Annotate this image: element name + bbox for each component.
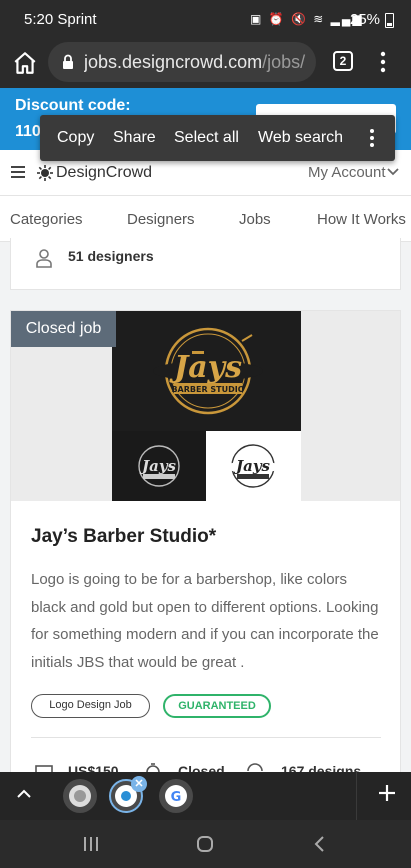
person-icon (36, 249, 52, 268)
nav-categories[interactable]: Categories (10, 211, 83, 228)
designcrowd-logo-icon[interactable] (37, 165, 53, 181)
tag-logo-design-job[interactable]: Logo Design Job (31, 694, 150, 718)
svg-text:Jays: Jays (233, 457, 271, 475)
status-icons: ▣ ⏰ 🔇 ≋ ▂▄▆ (250, 12, 364, 26)
menu-copy[interactable]: Copy (57, 129, 94, 147)
money-icon (35, 765, 53, 772)
svg-text:Jays: Jays (169, 350, 242, 385)
job-images[interactable]: Jays BARBER STUDIO Jays Jays Closed job (11, 311, 400, 501)
web-page: Discount code: 110 Copy Share Select all… (0, 88, 411, 772)
my-account-link[interactable]: My Account (308, 164, 386, 181)
google-icon: G (165, 785, 187, 807)
svg-text:G: G (171, 790, 182, 805)
divider (31, 737, 381, 738)
site-logo-text[interactable]: DesignCrowd (56, 164, 152, 182)
nav-designers[interactable]: Designers (127, 211, 195, 228)
job-description: Logo is going to be for a barbershop, li… (31, 571, 379, 671)
job-status: Closed (178, 763, 225, 772)
job-card[interactable]: Jays BARBER STUDIO Jays Jays Closed job … (10, 310, 401, 772)
designs-icon (247, 763, 263, 772)
logo-preview-main[interactable]: Jays BARBER STUDIO (112, 311, 301, 431)
close-tab-icon[interactable]: ✕ (131, 776, 147, 792)
chevron-down-icon[interactable] (387, 168, 399, 176)
svg-text:BARBER STUDIO: BARBER STUDIO (171, 385, 244, 394)
nav-how-it-works[interactable]: How It Works (317, 211, 406, 228)
hamburger-menu-icon[interactable] (11, 166, 25, 178)
address-bar[interactable]: jobs.designcrowd.com/jobs/ (48, 42, 316, 82)
job-title[interactable]: Jay’s Barber Studio* (31, 526, 216, 548)
home-nav-icon[interactable] (196, 835, 214, 853)
lock-icon (63, 54, 73, 69)
previous-job-card-footer: 51 designers (10, 238, 401, 290)
chevron-up-icon[interactable] (15, 787, 33, 799)
battery-icon (385, 13, 394, 28)
url-domain: jobs.designcrowd.com (84, 52, 263, 72)
tag-guaranteed: GUARANTEED (163, 694, 271, 718)
browser-toolbar: jobs.designcrowd.com/jobs/ 2 (0, 40, 411, 88)
tab-strip: ✕ G (0, 772, 411, 820)
status-bar: 5:20 Sprint ▣ ⏰ 🔇 ≋ ▂▄▆ 25% (0, 0, 411, 40)
tab-strip-separator (356, 772, 357, 820)
menu-web-search[interactable]: Web search (258, 129, 343, 147)
tab-switcher-button[interactable]: 2 (333, 51, 353, 71)
nav-jobs[interactable]: Jobs (239, 211, 271, 228)
url-text: jobs.designcrowd.com/jobs/ (84, 52, 312, 73)
tab-favicon-1[interactable] (63, 779, 97, 813)
browser-menu-icon[interactable] (374, 48, 392, 76)
text-selection-menu: Copy Share Select all Web search (40, 115, 395, 161)
menu-share[interactable]: Share (113, 129, 156, 147)
more-options-icon[interactable] (364, 127, 380, 149)
closed-job-badge: Closed job (11, 311, 116, 347)
main-nav: Categories Designers Jobs How It Works (0, 196, 411, 242)
promo-line2: 110 (15, 123, 41, 140)
system-nav-bar (0, 820, 411, 868)
stopwatch-icon (146, 763, 160, 772)
tab-1-icon (69, 785, 91, 807)
battery-percent: 25% (350, 11, 381, 28)
job-price: US$150 (68, 763, 119, 772)
logo-preview-dark[interactable]: Jays (112, 431, 206, 501)
url-path: /jobs/ (262, 52, 306, 72)
designs-count: 167 designs (281, 763, 362, 772)
designers-count: 51 designers (68, 248, 154, 264)
new-tab-plus-icon[interactable] (376, 782, 398, 804)
promo-line1: Discount code: (15, 97, 131, 114)
status-time: 5:20 Sprint (24, 11, 97, 28)
recent-apps-icon[interactable] (83, 836, 99, 852)
home-icon[interactable] (12, 50, 38, 76)
menu-select-all[interactable]: Select all (174, 129, 239, 147)
svg-text:Jays: Jays (139, 457, 177, 475)
tab-favicon-3[interactable]: G (159, 779, 193, 813)
back-nav-icon[interactable] (313, 835, 327, 853)
logo-preview-light[interactable]: Jays (206, 431, 301, 501)
